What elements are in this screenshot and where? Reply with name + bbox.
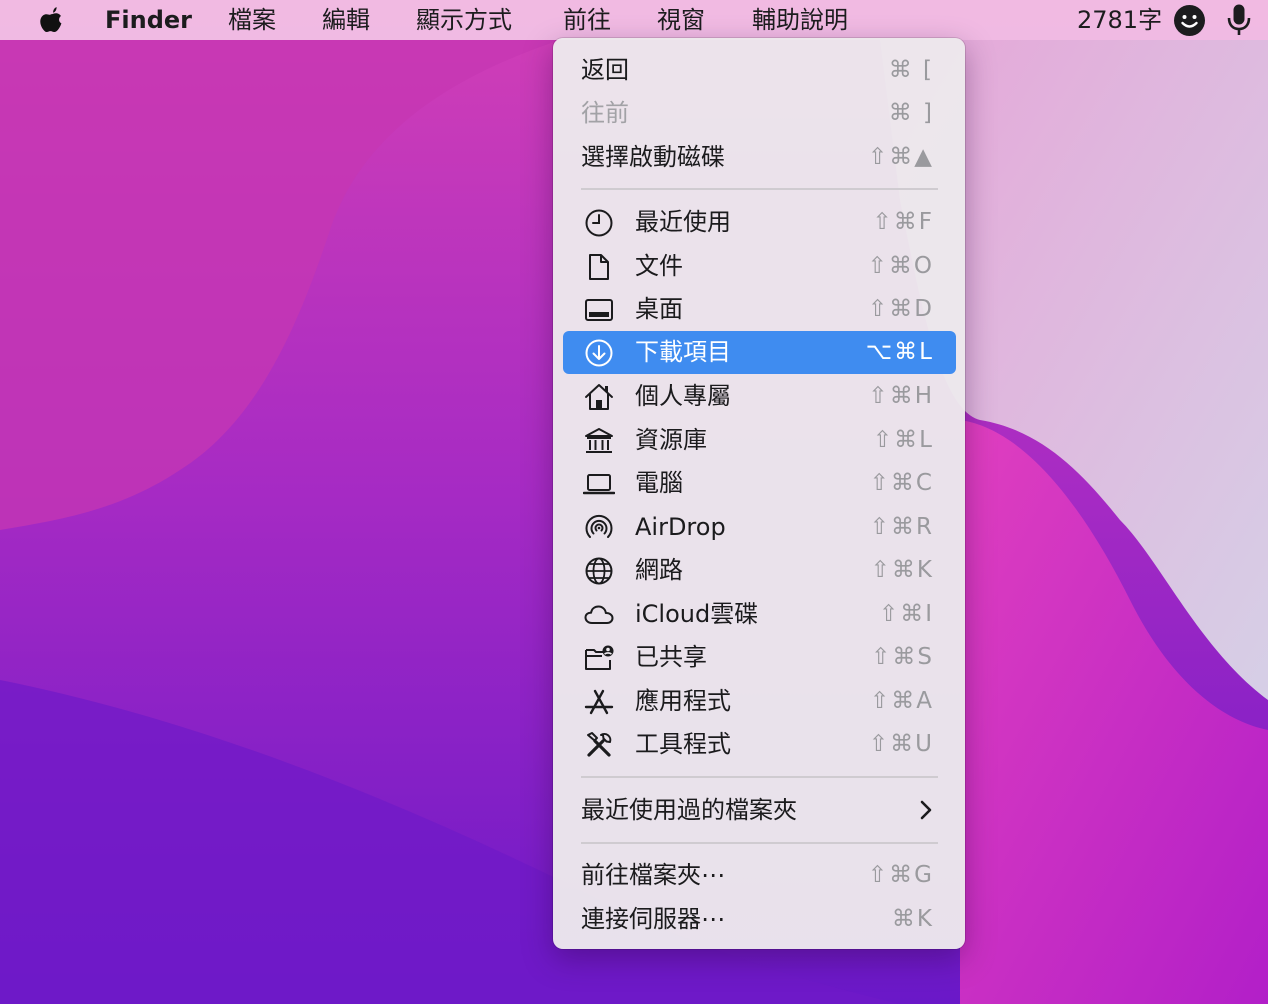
- menu-finder[interactable]: Finder: [105, 0, 192, 40]
- menu-item-shortcut: ⌥⌘L: [865, 339, 934, 365]
- menu-item-recent-folders[interactable]: 最近使用過的檔案夾: [563, 789, 956, 832]
- menu-item-library[interactable]: 資源庫 ⇧⌘L: [563, 419, 956, 462]
- airdrop-icon: [585, 514, 613, 538]
- chevron-right-icon: [920, 800, 932, 820]
- menu-item-label: 桌面: [635, 295, 683, 323]
- globe-icon: [585, 557, 613, 585]
- menu-item-label: 工具程式: [635, 730, 731, 758]
- library-icon: [585, 428, 613, 453]
- menu-item-airdrop[interactable]: AirDrop ⇧⌘R: [563, 506, 956, 549]
- menu-item-shortcut: ⇧⌘G: [867, 862, 934, 888]
- menu-item-shortcut: ⇧⌘K: [870, 557, 934, 583]
- menu-item-label: 資源庫: [635, 426, 707, 454]
- menu-item-label: 選擇啟動磁碟: [581, 143, 725, 171]
- clock-icon: [585, 209, 613, 237]
- desktop-icon: [585, 299, 613, 321]
- menu-separator: [581, 842, 938, 844]
- download-icon: [585, 339, 613, 367]
- menu-item-label: 電腦: [635, 469, 683, 497]
- word-count-status[interactable]: 2781字: [1077, 0, 1162, 40]
- menu-item-downloads[interactable]: 下載項目 ⌥⌘L: [563, 331, 956, 374]
- menu-item-shortcut: ⇧⌘O: [867, 253, 934, 279]
- menu-separator: [581, 188, 938, 190]
- menu-item-shortcut: ⇧⌘D: [868, 296, 934, 322]
- menu-window[interactable]: 視窗: [657, 0, 705, 40]
- smiley-icon[interactable]: [1173, 4, 1206, 37]
- menu-item-label: 文件: [635, 252, 683, 280]
- menu-item-shortcut: ⇧⌘F: [872, 209, 934, 235]
- go-menu: 返回 ⌘ [ 往前 ⌘ ] 選擇啟動磁碟 ⇧⌘▲ 最近使用 ⇧⌘F 文件 ⇧⌘O…: [553, 38, 965, 949]
- menu-item-network[interactable]: 網路 ⇧⌘K: [563, 549, 956, 592]
- home-icon: [585, 384, 613, 410]
- menu-item-home[interactable]: 個人專屬 ⇧⌘H: [563, 375, 956, 418]
- menu-separator: [581, 776, 938, 778]
- menu-item-label: 前往檔案夾⋯: [581, 861, 725, 889]
- menu-item-label: 應用程式: [635, 687, 731, 715]
- menu-item-icloud[interactable]: iCloud雲碟 ⇧⌘I: [563, 593, 956, 636]
- menu-item-startup-disk[interactable]: 選擇啟動磁碟 ⇧⌘▲: [563, 136, 956, 179]
- microphone-icon[interactable]: [1225, 3, 1253, 38]
- menu-item-shortcut: ⇧⌘H: [868, 383, 934, 409]
- menu-item-label: iCloud雲碟: [635, 600, 759, 628]
- shared-folder-icon: [585, 645, 614, 670]
- menu-item-label: 返回: [581, 56, 629, 84]
- apple-menu-icon[interactable]: [36, 4, 66, 36]
- menu-item-shared[interactable]: 已共享 ⇧⌘S: [563, 636, 956, 679]
- menu-item-forward: 往前 ⌘ ]: [563, 92, 956, 135]
- menu-item-recents[interactable]: 最近使用 ⇧⌘F: [563, 201, 956, 244]
- document-icon: [589, 254, 609, 280]
- menu-item-utilities[interactable]: 工具程式 ⇧⌘U: [563, 723, 956, 766]
- menu-item-connect-server[interactable]: 連接伺服器⋯ ⌘K: [563, 898, 956, 941]
- app-store-icon: [584, 689, 614, 715]
- menu-item-shortcut: ⇧⌘L: [872, 427, 934, 453]
- cloud-icon: [584, 605, 614, 624]
- menu-item-applications[interactable]: 應用程式 ⇧⌘A: [563, 680, 956, 723]
- menu-item-label: 最近使用: [635, 208, 731, 236]
- menu-item-back[interactable]: 返回 ⌘ [: [563, 49, 956, 92]
- menu-item-label: AirDrop: [635, 513, 726, 541]
- menu-item-label: 下載項目: [635, 338, 731, 366]
- menu-item-shortcut: ⇧⌘U: [868, 731, 934, 757]
- menu-item-go-to-folder[interactable]: 前往檔案夾⋯ ⇧⌘G: [563, 854, 956, 897]
- menu-item-shortcut: ⇧⌘R: [869, 514, 934, 540]
- menu-item-shortcut: ⇧⌘A: [869, 688, 934, 714]
- menu-item-label: 往前: [581, 99, 629, 127]
- menu-item-shortcut: ⇧⌘S: [871, 644, 934, 670]
- menu-item-desktop[interactable]: 桌面 ⇧⌘D: [563, 288, 956, 331]
- menu-item-shortcut: ⌘ ]: [888, 100, 934, 126]
- menu-go[interactable]: 前往: [563, 0, 611, 40]
- menu-file[interactable]: 檔案: [228, 0, 276, 40]
- menu-item-shortcut: ⇧⌘I: [878, 601, 934, 627]
- menu-item-label: 最近使用過的檔案夾: [581, 796, 797, 824]
- menu-help[interactable]: 輔助說明: [752, 0, 848, 40]
- menu-item-label: 已共享: [635, 643, 707, 671]
- menu-item-computer[interactable]: 電腦 ⇧⌘C: [563, 462, 956, 505]
- tools-icon: [587, 732, 612, 757]
- menu-item-label: 個人專屬: [635, 382, 731, 410]
- menu-bar: Finder 檔案 編輯 顯示方式 前往 視窗 輔助說明 2781字: [0, 0, 1268, 40]
- menu-item-label: 網路: [635, 556, 683, 584]
- menu-item-shortcut: ⌘K: [891, 906, 934, 932]
- laptop-icon: [583, 474, 615, 495]
- menu-edit[interactable]: 編輯: [322, 0, 370, 40]
- menu-view[interactable]: 顯示方式: [416, 0, 512, 40]
- menu-item-label: 連接伺服器⋯: [581, 905, 725, 933]
- menu-item-shortcut: ⇧⌘▲: [868, 144, 934, 170]
- menu-item-documents[interactable]: 文件 ⇧⌘O: [563, 245, 956, 288]
- menu-item-shortcut: ⇧⌘C: [869, 470, 934, 496]
- menu-item-shortcut: ⌘ [: [888, 57, 934, 83]
